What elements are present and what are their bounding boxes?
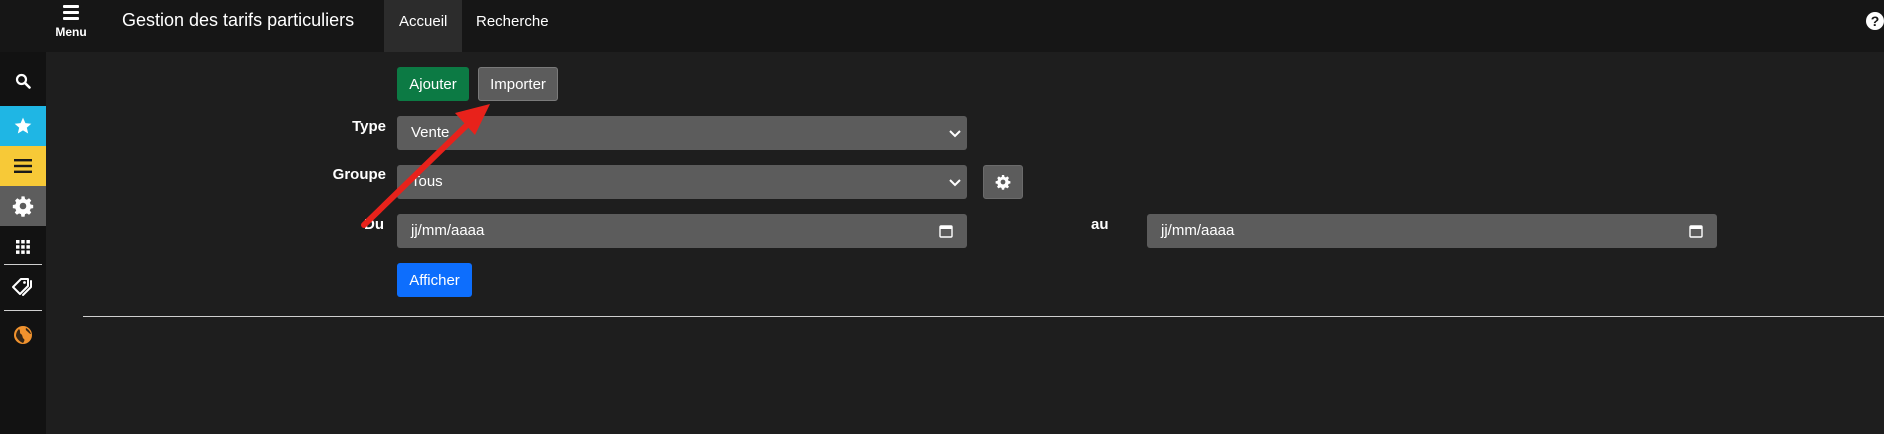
type-select[interactable]: Vente <box>397 116 967 150</box>
divider <box>83 316 1884 317</box>
from-date-input[interactable]: jj/mm/aaaa <box>397 214 967 248</box>
group-label: Groupe <box>332 166 386 183</box>
from-date-label: Du <box>364 216 384 233</box>
group-select-value: Tous <box>411 173 443 190</box>
sidebar-item-globe[interactable] <box>0 314 46 356</box>
group-settings-button[interactable] <box>983 165 1023 199</box>
tab-accueil[interactable]: Accueil <box>384 0 463 52</box>
sidebar <box>0 52 46 434</box>
sidebar-item-tags[interactable] <box>0 268 46 308</box>
globe-icon <box>14 326 32 344</box>
star-icon <box>14 117 32 134</box>
type-select-value: Vente <box>411 124 450 141</box>
help-icon[interactable]: ? <box>1866 12 1884 30</box>
chevron-down-icon <box>949 179 961 187</box>
search-icon <box>15 73 31 89</box>
sidebar-item-settings[interactable] <box>0 186 46 226</box>
to-date-placeholder: jj/mm/aaaa <box>1161 222 1235 239</box>
import-button[interactable]: Importer <box>478 67 558 101</box>
calendar-icon[interactable] <box>1689 224 1703 238</box>
list-icon <box>14 159 32 173</box>
add-button[interactable]: Ajouter <box>397 67 469 101</box>
tab-recherche[interactable]: Recherche <box>461 0 564 52</box>
sidebar-item-favorites[interactable] <box>0 106 46 146</box>
display-button[interactable]: Afficher <box>397 263 472 297</box>
sidebar-divider <box>4 264 42 265</box>
calendar-icon[interactable] <box>939 224 953 238</box>
main-content: Ajouter Importer Type Vente Groupe Tous … <box>46 52 1884 434</box>
grid-icon <box>16 240 30 254</box>
type-label: Type <box>352 118 386 135</box>
sidebar-item-search[interactable] <box>0 62 46 100</box>
gear-icon <box>12 196 34 217</box>
tags-icon <box>12 278 32 296</box>
sidebar-item-apps[interactable] <box>0 228 46 266</box>
to-date-label: au <box>1091 216 1109 233</box>
from-date-placeholder: jj/mm/aaaa <box>411 222 485 239</box>
chevron-down-icon <box>949 130 961 138</box>
menu-button[interactable]: Menu <box>48 2 94 46</box>
menu-label: Menu <box>55 25 87 39</box>
hamburger-icon <box>63 5 79 20</box>
gear-icon <box>995 175 1011 190</box>
to-date-input[interactable]: jj/mm/aaaa <box>1147 214 1717 248</box>
top-bar: Menu Gestion des tarifs particuliers Acc… <box>0 0 1884 52</box>
sidebar-divider <box>4 310 42 311</box>
page-title: Gestion des tarifs particuliers <box>122 10 355 30</box>
group-select[interactable]: Tous <box>397 165 967 199</box>
sidebar-item-list[interactable] <box>0 146 46 186</box>
